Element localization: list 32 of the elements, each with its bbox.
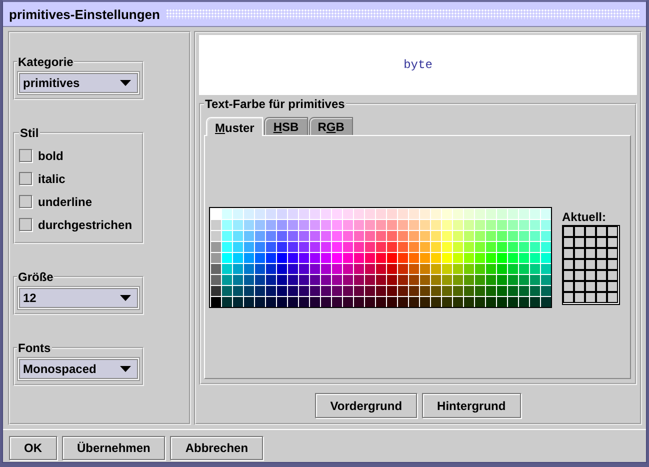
- checkbox[interactable]: [19, 172, 32, 185]
- dropdown-arrow-icon: [120, 80, 131, 86]
- dropdown-arrow-icon: [120, 366, 131, 372]
- dialog-button[interactable]: Abbrechen: [170, 436, 264, 460]
- tab[interactable]: HSB: [264, 117, 308, 135]
- checkbox[interactable]: [19, 149, 32, 162]
- dialog-button[interactable]: Übernehmen: [62, 436, 166, 460]
- color-swatch-grid[interactable]: [209, 206, 552, 308]
- group-label: Kategorie: [17, 55, 74, 69]
- window-title: primitives-Einstellungen: [9, 6, 160, 22]
- recent-swatch-grid[interactable]: [562, 224, 620, 304]
- tab[interactable]: RGB: [308, 117, 354, 135]
- checkbox-label[interactable]: durchgestrichen: [38, 218, 132, 232]
- group-label: Text-Farbe für primitives: [204, 97, 346, 111]
- preview-text: byte: [404, 58, 432, 72]
- category-dropdown[interactable]: primitives: [17, 71, 140, 95]
- checkbox[interactable]: [19, 218, 32, 231]
- group-label: Stil: [19, 126, 40, 140]
- checkbox[interactable]: [19, 195, 32, 208]
- group-label: Fonts: [17, 341, 52, 355]
- recent-colors-label: Aktuell:: [562, 210, 608, 224]
- size-dropdown[interactable]: 12: [17, 286, 140, 310]
- font-dropdown[interactable]: Monospaced: [17, 357, 140, 381]
- dialog-button[interactable]: OK: [9, 436, 57, 460]
- checkbox-label[interactable]: italic: [38, 172, 66, 186]
- dropdown-arrow-icon: [120, 295, 131, 301]
- group-label: Größe: [17, 270, 54, 284]
- checkbox-label[interactable]: bold: [38, 148, 64, 162]
- background-button[interactable]: Hintergrund: [422, 393, 521, 418]
- checkbox-label[interactable]: underline: [38, 194, 92, 208]
- tab[interactable]: Muster: [206, 117, 264, 136]
- foreground-button[interactable]: Vordergrund: [315, 393, 418, 418]
